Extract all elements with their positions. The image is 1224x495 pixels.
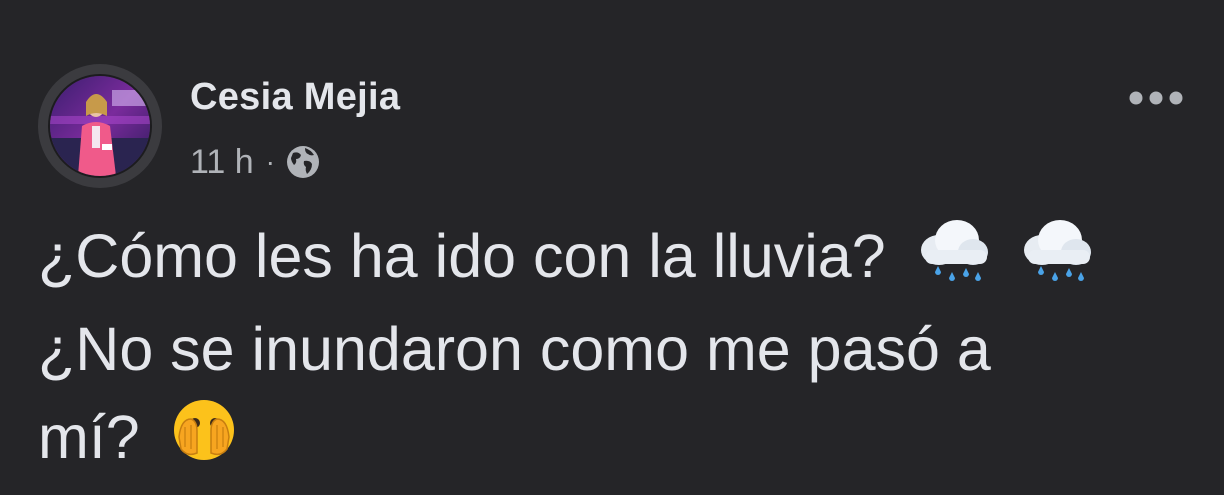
post-timestamp[interactable]: 11 h (190, 143, 254, 182)
post-text: ¿Cómo les ha ido con la lluvia? (38, 222, 886, 290)
more-options-icon (1129, 91, 1183, 105)
avatar-image (48, 74, 152, 178)
post-text-line-1: ¿Cómo les ha ido con la lluvia? (38, 212, 1198, 305)
cloud-with-rain-emoji (917, 217, 989, 305)
post-text-line-2: ¿No se inundaron como me pasó a (38, 305, 1198, 393)
post-text-line-3: mí? (38, 393, 1198, 486)
globe-icon (285, 144, 321, 180)
face-with-open-eyes-and-hand-over-mouth-emoji (171, 397, 237, 486)
post-body: ¿Cómo les ha ido con la lluvia? ¿No se i… (38, 212, 1198, 486)
author-name[interactable]: Cesia Mejia (190, 76, 400, 119)
more-options-button[interactable] (1124, 80, 1188, 116)
facebook-post: Cesia Mejia 11 h · ¿Cómo les ha ido con … (0, 0, 1224, 495)
post-text: mí? (38, 402, 140, 471)
profile-avatar[interactable] (38, 64, 162, 188)
post-text: ¿No se inundaron como me pasó a (38, 314, 991, 383)
cloud-with-rain-emoji (1020, 217, 1092, 305)
post-meta: 11 h · (190, 142, 321, 182)
meta-separator: · (265, 146, 275, 177)
